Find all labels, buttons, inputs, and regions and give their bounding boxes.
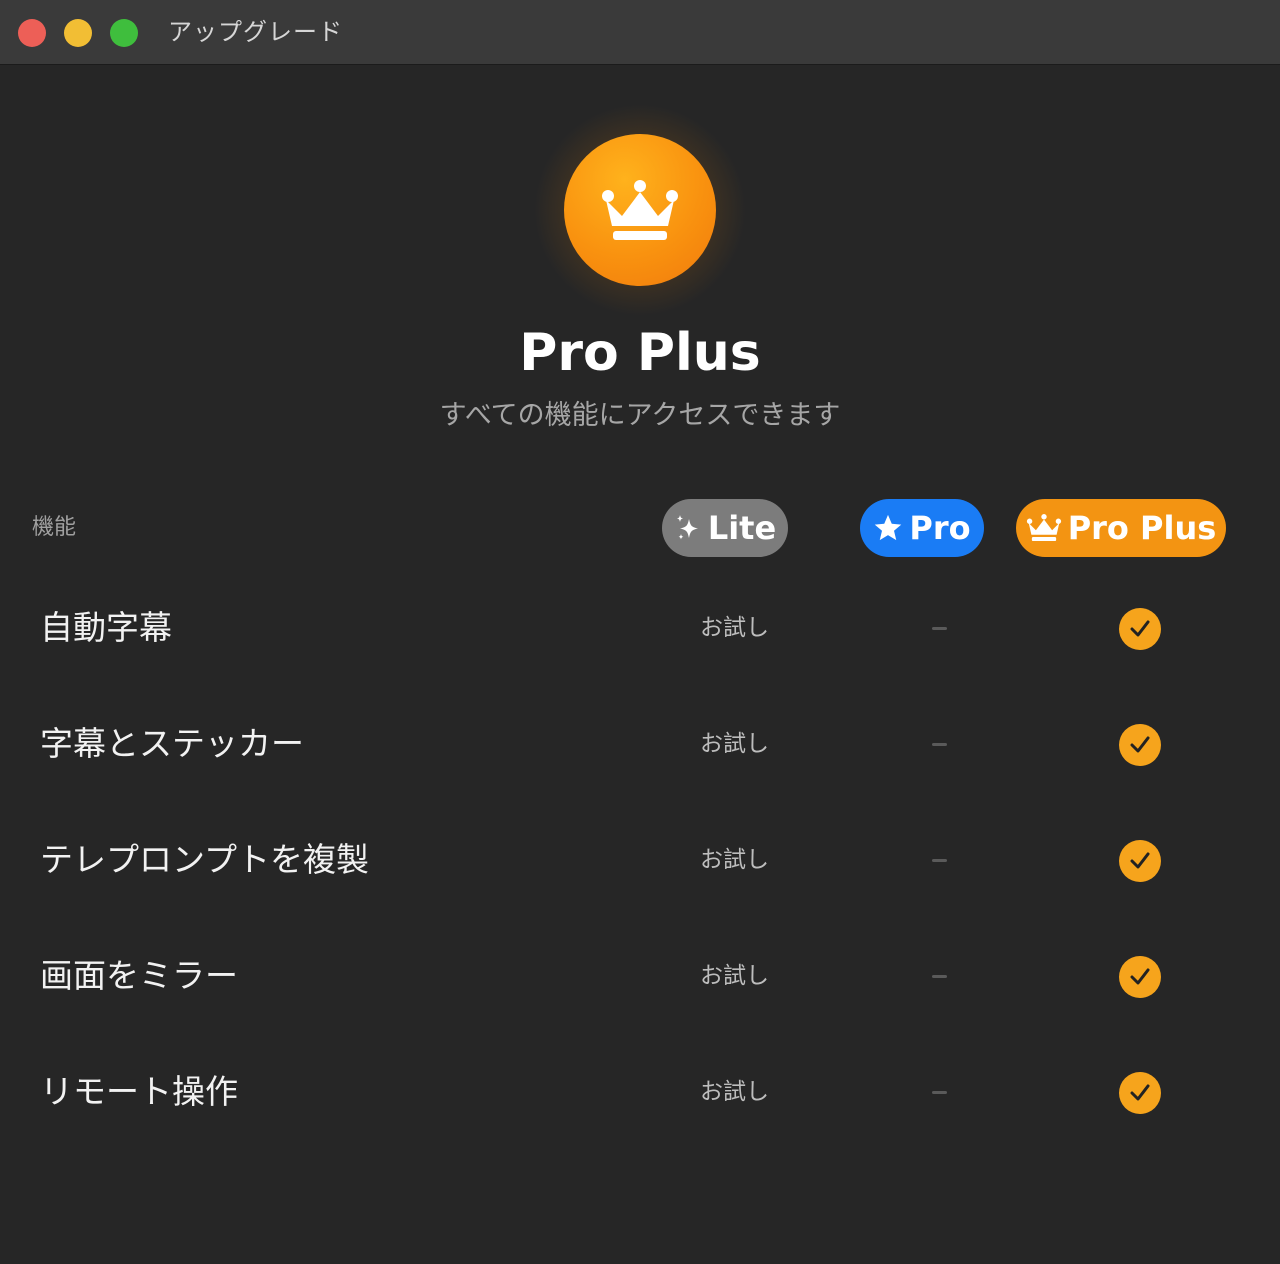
pro-unavailable-dash xyxy=(932,743,947,746)
lite-availability: お試し xyxy=(700,1079,769,1105)
feature-name: リモート操作 xyxy=(40,1072,238,1111)
plan-pill-pro: Pro xyxy=(860,499,984,557)
lite-availability: お試し xyxy=(700,731,769,757)
feature-row: 画面をミラー お試し xyxy=(0,916,1280,1032)
minimize-window-button[interactable] xyxy=(64,19,92,47)
check-icon xyxy=(1119,956,1161,998)
plan-label-pro: Pro xyxy=(909,509,971,547)
feature-row: テレプロンプトを複製 お試し xyxy=(0,800,1280,916)
crown-icon xyxy=(602,180,678,240)
check-icon xyxy=(1119,608,1161,650)
feature-name: 自動字幕 xyxy=(40,608,172,647)
lite-availability: お試し xyxy=(700,615,769,641)
pro-unavailable-dash xyxy=(932,859,947,862)
check-icon xyxy=(1119,1072,1161,1114)
feature-row: リモート操作 お試し xyxy=(0,1032,1280,1148)
lite-availability: お試し xyxy=(700,847,769,873)
hero-subtitle: すべての機能にアクセスできます xyxy=(439,400,841,431)
pro-unavailable-dash xyxy=(932,627,947,630)
feature-column-header: 機能 xyxy=(32,515,77,540)
plan-pill-lite: Lite xyxy=(662,499,788,557)
pro-unavailable-dash xyxy=(932,975,947,978)
sparkles-icon xyxy=(674,513,702,543)
check-icon xyxy=(1119,724,1161,766)
feature-row: 自動字幕 お試し xyxy=(0,568,1280,684)
check-icon xyxy=(1119,840,1161,882)
lite-availability: お試し xyxy=(700,963,769,989)
plan-pill-pro-plus: Pro Plus xyxy=(1016,499,1226,557)
hero-title: Pro Plus xyxy=(519,323,761,383)
crown-icon xyxy=(1026,514,1062,542)
feature-name: 字幕とステッカー xyxy=(40,724,304,763)
feature-row: 字幕とステッカー お試し xyxy=(0,684,1280,800)
feature-name: テレプロンプトを複製 xyxy=(40,840,370,879)
feature-name: 画面をミラー xyxy=(40,956,238,995)
close-window-button[interactable] xyxy=(18,19,46,47)
title-bar: アップグレード xyxy=(0,0,1280,65)
zoom-window-button[interactable] xyxy=(110,19,138,47)
hero-crown-badge xyxy=(564,134,716,286)
window-title: アップグレード xyxy=(168,18,343,46)
pro-unavailable-dash xyxy=(932,1091,947,1094)
plan-label-pro-plus: Pro Plus xyxy=(1067,509,1217,547)
plan-label-lite: Lite xyxy=(707,509,777,547)
upgrade-window: アップグレード Pro Plus すべての機能にアクセスできます 機能 Lite xyxy=(0,0,1280,1264)
star-icon xyxy=(873,513,903,543)
